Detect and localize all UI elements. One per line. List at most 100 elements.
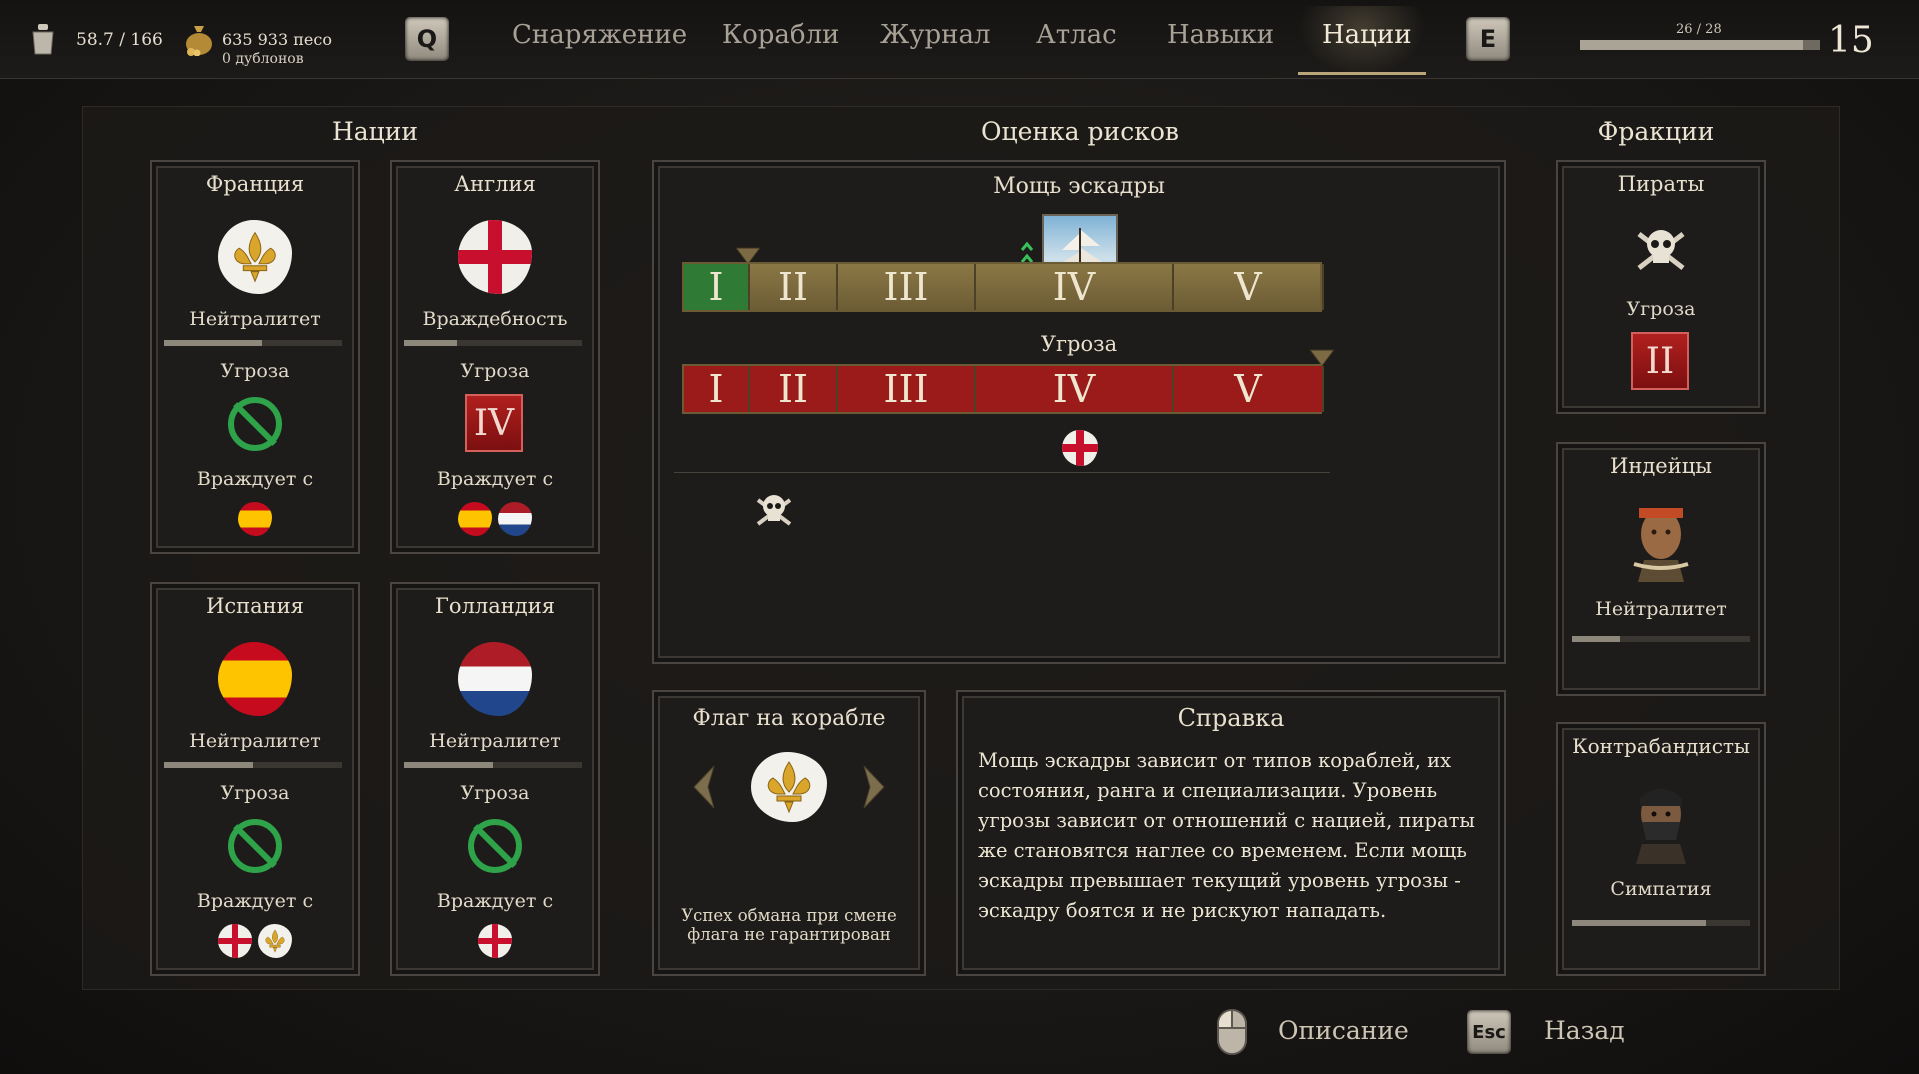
help-panel: Справка Мощь эскадры зависит от типов ко… [956,690,1506,976]
nation-enemies-list [392,924,598,962]
rank-segment-III: III [838,264,976,310]
nation-relation-fill [164,340,262,346]
nation-flag [218,220,292,298]
nation-relation-bar [164,762,342,768]
no-threat-icon [228,819,282,873]
flag-next-arrow[interactable] [860,762,890,812]
spain-flag-icon[interactable] [238,502,272,536]
nation-card-england[interactable]: Англия Враждебность Угроза IV Враждует с [390,160,600,554]
tab-skills[interactable]: Навыки [1167,20,1274,50]
tab-journal[interactable]: Журнал [880,20,991,50]
nation-threat-indicator [225,816,285,876]
nation-name: Испания [206,594,304,618]
description-button[interactable]: Описание [1278,1016,1409,1045]
holland-flag-icon[interactable] [458,642,532,716]
nation-relation-fill [404,762,493,768]
nation-enemies-list [152,924,358,962]
next-tab-key-e[interactable]: E [1466,17,1510,61]
risk-title: Оценка рисков [981,117,1179,146]
mouse-icon [1216,1008,1248,1056]
spain-flag-icon[interactable] [218,642,292,716]
natives-portrait-icon [1626,498,1696,582]
nation-threat-indicator: IV [465,394,525,454]
nation-relation: Нейтралитет [189,308,321,330]
france-flag-icon[interactable] [218,220,292,294]
nation-relation: Нейтралитет [189,730,321,752]
natives-name: Индейцы [1610,454,1712,478]
flag-prev-arrow[interactable] [688,762,718,812]
england-flag-icon[interactable] [458,220,532,294]
nation-relation-bar [404,340,582,346]
nation-enemies-label: Враждует с [196,890,314,912]
france-flag-icon[interactable] [258,924,292,958]
nation-card-holland[interactable]: Голландия Нейтралитет Угроза Враждует с [390,582,600,976]
pirates-threat-label: Угроза [1626,298,1696,320]
rank-segment-IV: IV [976,264,1174,310]
threat-level-bar: I II III IV V [682,364,1324,414]
current-flag-france-icon[interactable] [751,752,827,822]
nation-enemies-label: Враждует с [436,468,554,490]
nation-enemies-list [392,502,598,540]
ship-flag-panel: Флаг на корабле Успех обмана при смене ф… [652,690,926,976]
pirates-threat-badge: II [1631,332,1689,390]
smugglers-relation: Симпатия [1610,878,1712,900]
nation-relation-fill [404,340,458,346]
nation-threat-label: Угроза [220,782,290,804]
tab-nations[interactable]: Нации [1322,20,1412,50]
pirates-name: Пираты [1617,172,1705,196]
nation-relation: Нейтралитет [429,730,561,752]
england-flag-icon[interactable] [478,924,512,958]
money-doubloons: 0 дублонов [222,51,304,67]
help-line: угрозы зависит от отношений с нацией, пи… [978,809,1475,832]
factions-title: Фракции [1597,117,1715,146]
nation-name: Англия [454,172,536,196]
faction-card-natives[interactable]: Индейцы Нейтралитет [1556,442,1766,696]
pirates-skull-icon [1631,218,1691,278]
esc-key[interactable]: Esc [1467,1010,1511,1054]
ship-flag-title: Флаг на корабле [692,706,886,731]
nation-threat-label: Угроза [460,782,530,804]
smugglers-name: Контрабандисты [1572,734,1750,758]
nation-card-france[interactable]: Франция Нейтралитет Угроза Враждует с [150,160,360,554]
smugglers-relation-fill [1572,920,1706,926]
rank-segment-II: II [750,366,838,412]
england-flag-icon[interactable] [218,924,252,958]
nation-card-spain[interactable]: Испания Нейтралитет Угроза Враждует с [150,582,360,976]
level-progress-bar [1580,40,1820,50]
help-text: Мощь эскадры зависит от типов кораблей, … [978,746,1488,926]
nation-relation: Враждебность [422,308,568,330]
active-tab-underline [1298,72,1426,75]
help-line: же становятся наглее со временем. Если м… [978,839,1467,862]
back-button[interactable]: Назад [1544,1016,1625,1045]
smugglers-portrait-icon [1626,780,1696,864]
nation-threat-indicator [465,816,525,876]
squadron-power-bar: I II III IV V [682,262,1324,312]
nation-threat-label: Угроза [220,360,290,382]
character-level: 15 [1828,20,1874,61]
nation-threat-indicator [225,394,285,454]
tab-equipment[interactable]: Снаряжение [512,20,687,50]
help-line: состояния, ранга и специализации. Уровен… [978,779,1438,802]
rank-segment-V: V [1174,366,1324,412]
nation-enemies-label: Враждует с [436,890,554,912]
natives-relation-bar [1572,636,1750,642]
tab-atlas[interactable]: Атлас [1036,20,1117,50]
nation-enemies-list [152,502,358,540]
help-line: эскадру боятся и не рискуют нападать. [978,899,1387,922]
fleur-de-lis-icon [767,761,811,814]
faction-card-smugglers[interactable]: Контрабандисты Симпатия [1556,722,1766,976]
threat-level-badge: IV [465,394,523,452]
smugglers-relation-bar [1572,920,1750,926]
no-threat-icon [228,397,282,451]
holland-flag-icon[interactable] [498,502,532,536]
tab-ships[interactable]: Корабли [722,20,839,50]
rank-segment-II: II [750,264,838,310]
pirate-skull-icon[interactable] [750,486,798,534]
faction-card-pirates[interactable]: Пираты Угроза II [1556,160,1766,414]
threat-source-england-flag-icon[interactable] [1062,430,1098,466]
help-line: Мощь эскадры зависит от типов кораблей, … [978,749,1452,772]
spain-flag-icon[interactable] [458,502,492,536]
prev-tab-key-q[interactable]: Q [405,17,449,61]
top-bar: 58.7 / 166 635 933 песо 0 дублонов Q Сна… [0,0,1919,79]
nation-enemies-label: Враждует с [196,468,314,490]
